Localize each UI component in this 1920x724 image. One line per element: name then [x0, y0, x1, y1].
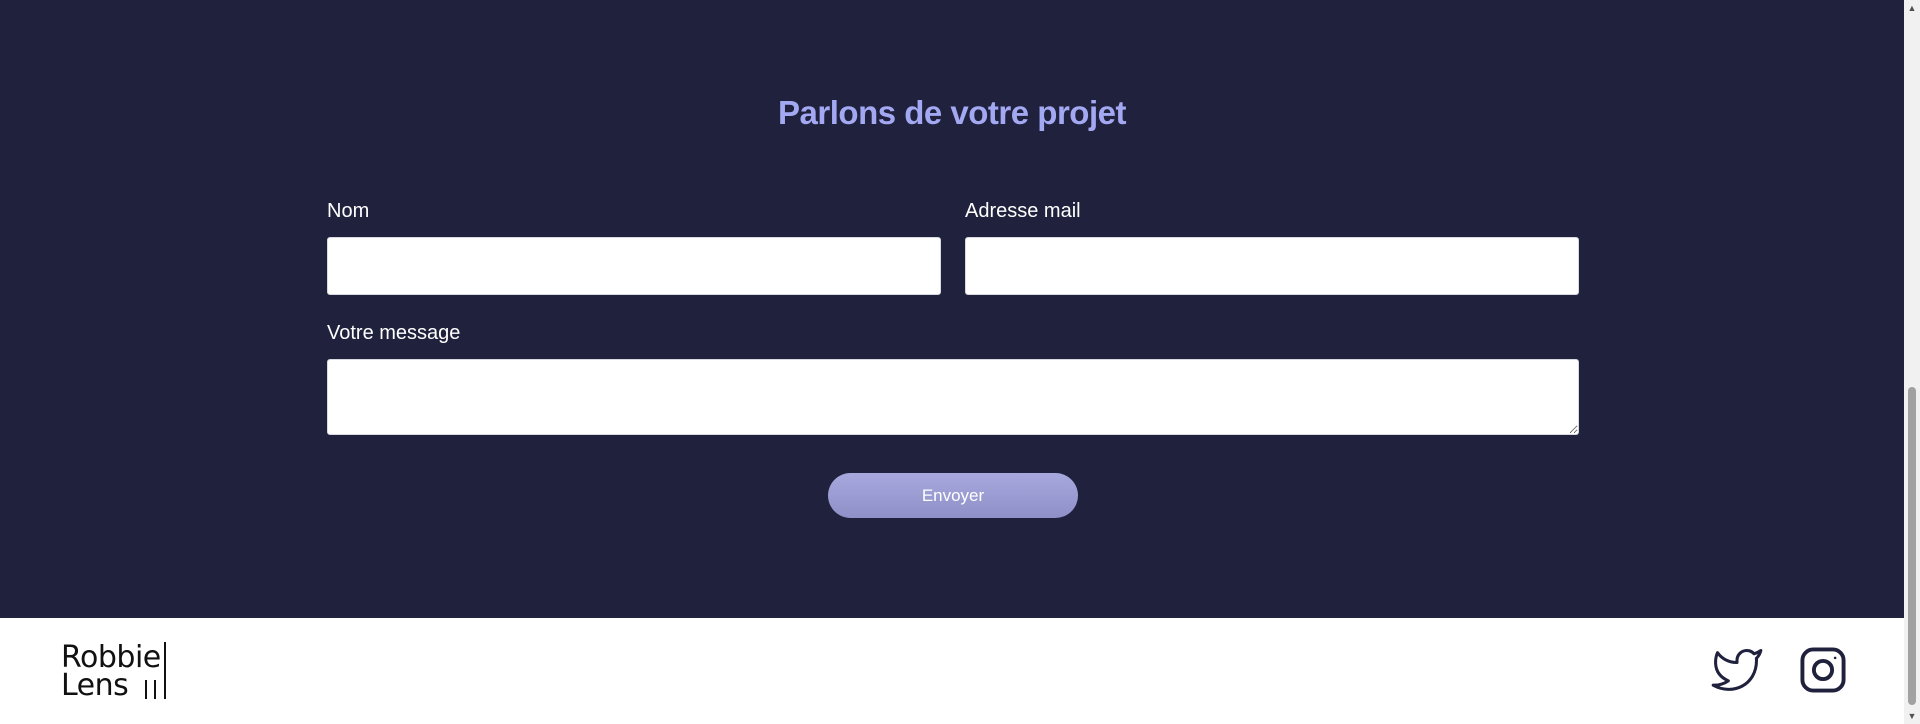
email-label: Adresse mail	[965, 200, 1081, 222]
logo-bar	[164, 642, 166, 699]
scroll-down-arrow-icon[interactable]: ▼	[1904, 708, 1920, 724]
name-input[interactable]	[327, 237, 941, 295]
message-textarea[interactable]	[327, 359, 1579, 435]
scroll-up-arrow-icon[interactable]: ▲	[1904, 0, 1920, 16]
email-input[interactable]	[965, 237, 1579, 295]
send-button[interactable]: Envoyer	[828, 473, 1078, 518]
contact-title: Parlons de votre projet	[778, 94, 1126, 131]
message-label: Votre message	[327, 322, 461, 344]
instagram-icon[interactable]	[1797, 644, 1849, 696]
scrollbar-thumb[interactable]	[1908, 387, 1916, 705]
logo-text-line2: Lens	[61, 668, 129, 703]
vertical-scrollbar[interactable]: ▲ ▼	[1904, 0, 1920, 724]
logo-bar	[154, 680, 156, 699]
footer: Robbie Lens	[0, 618, 1904, 724]
name-label: Nom	[327, 200, 370, 222]
twitter-icon[interactable]	[1711, 644, 1763, 696]
logo-bar	[145, 680, 147, 699]
robbie-lens-logo[interactable]: Robbie Lens	[61, 642, 171, 702]
contact-section: Parlons de votre projet Nom Adresse mail…	[0, 0, 1904, 618]
